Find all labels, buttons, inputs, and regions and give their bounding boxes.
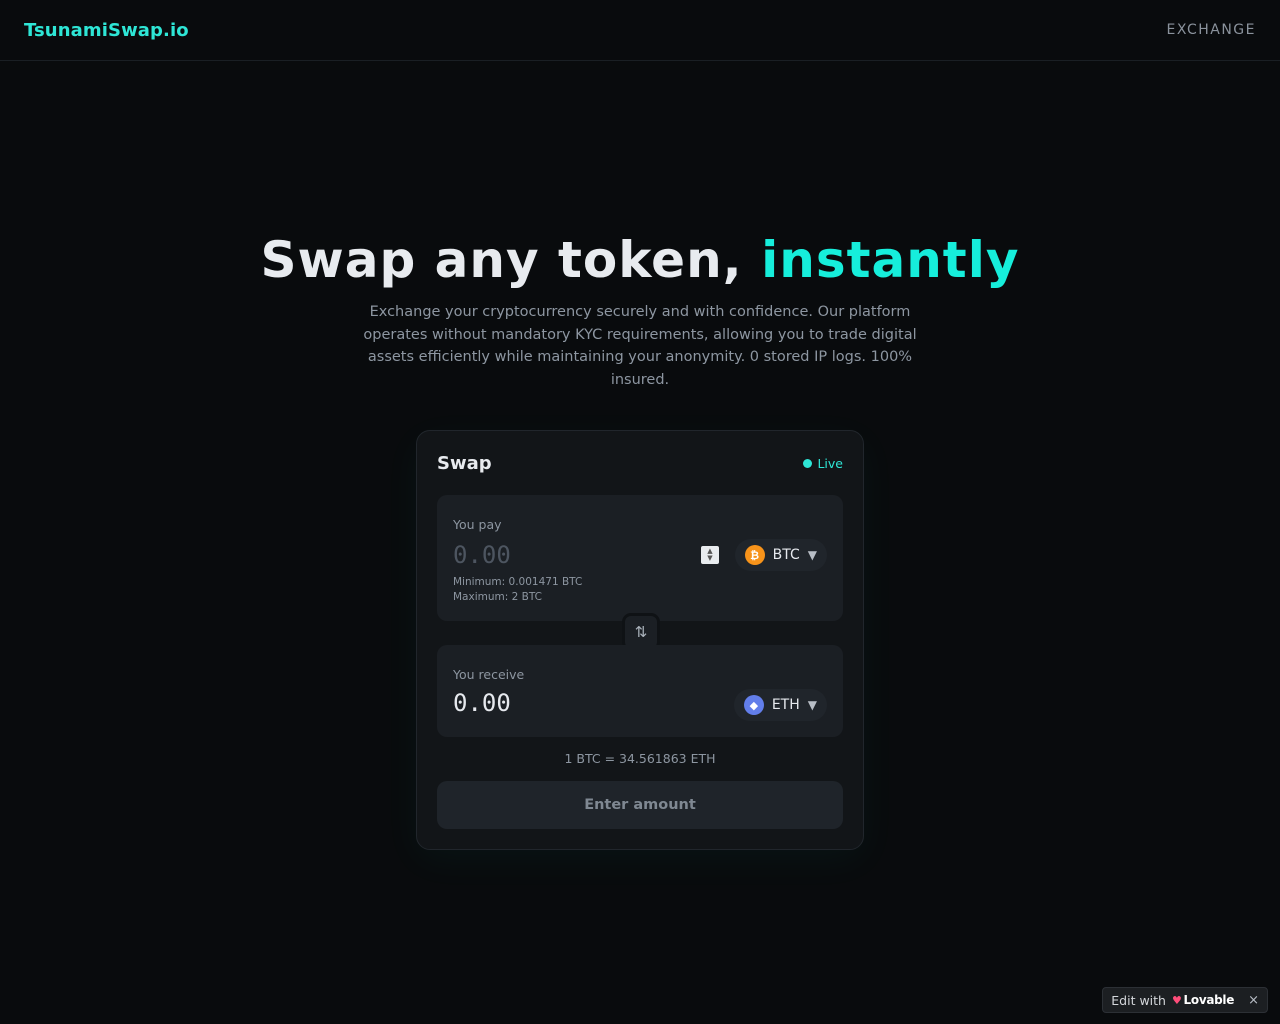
pay-token-select[interactable]: ₿ BTC ▼ [734,539,827,571]
amount-stepper[interactable]: ▲ ▼ [701,546,719,564]
chevron-down-icon: ▼ [807,698,817,712]
pay-maximum: Maximum: 2 BTC [453,591,542,603]
site-logo[interactable]: TsunamiSwap.io [24,20,189,41]
live-status: Live [803,456,843,471]
edit-with-label: Edit with [1111,992,1166,1008]
hero-title-main: Swap any token, [260,231,762,289]
pay-amount-input[interactable] [453,538,693,572]
nav-exchange-link[interactable]: EXCHANGE [1167,22,1256,38]
lovable-badge[interactable]: Edit with ♥ Lovable × [1102,987,1268,1013]
receive-amount: 0.00 [453,689,511,717]
pay-minimum: Minimum: 0.001471 BTC [453,576,583,588]
pay-limits: Minimum: 0.001471 BTC Maximum: 2 BTC [453,575,582,605]
stepper-down-icon[interactable]: ▼ [707,555,712,562]
live-dot-icon [803,459,813,468]
enter-amount-button[interactable]: Enter amount [437,781,843,829]
swap-card-title: Swap [437,453,492,474]
receive-token-label: ETH [771,697,800,713]
pay-label: You pay [453,517,502,532]
hero-title: Swap any token, instantly [0,225,1280,295]
swap-card-header: Swap Live [437,453,843,474]
chevron-down-icon: ▼ [807,548,817,562]
ethereum-icon: ◆ [743,695,764,715]
receive-label: You receive [453,667,525,682]
pay-panel: You pay ▲ ▼ ₿ BTC ▼ Minimum: 0.001471 BT… [437,495,843,621]
hero-section: Swap any token, instantly Exchange your … [0,225,1280,391]
exchange-rate: 1 BTC = 34.561863 ETH [564,751,716,766]
bitcoin-icon: ₿ [744,545,765,565]
swap-arrows-icon: ⇅ [634,623,648,641]
lovable-brand-label: Lovable [1183,993,1235,1007]
receive-token-select[interactable]: ◆ ETH ▼ [733,689,827,721]
live-status-label: Live [817,456,843,471]
receive-panel: You receive 0.00 ◆ ETH ▼ [437,645,843,737]
hero-title-accent: instantly [761,231,1020,289]
top-header: TsunamiSwap.io EXCHANGE [0,0,1280,61]
swap-card: Swap Live You pay ▲ ▼ ₿ BTC ▼ Minimum: 0… [416,430,864,850]
lovable-logo: ♥ Lovable [1172,993,1234,1007]
pay-token-label: BTC [772,547,800,563]
hero-subtitle: Exchange your cryptocurrency securely an… [363,304,917,388]
close-icon[interactable]: × [1248,993,1259,1008]
heart-icon: ♥ [1171,993,1182,1007]
